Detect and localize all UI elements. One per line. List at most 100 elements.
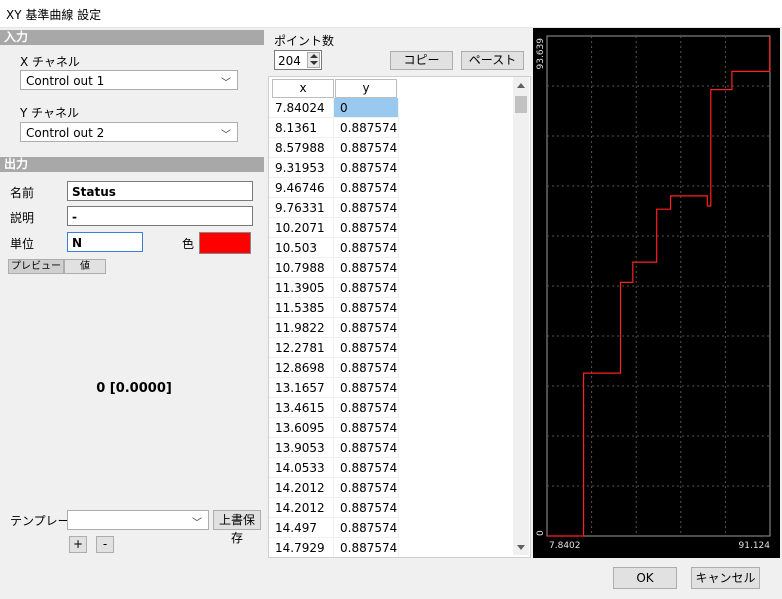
- cell-y[interactable]: 0.887574: [334, 158, 399, 178]
- spin-up-icon[interactable]: [310, 54, 318, 58]
- cell-x[interactable]: 9.76331: [269, 198, 334, 218]
- cell-y[interactable]: 0.887574: [334, 378, 399, 398]
- table-row[interactable]: 14.2012 0.887574: [269, 478, 513, 498]
- cell-x[interactable]: 14.7929: [269, 538, 334, 557]
- table-row[interactable]: 9.31953 0.887574: [269, 158, 513, 178]
- preview-value: 0 [0.0000]: [96, 381, 172, 396]
- table-row[interactable]: 14.2012 0.887574: [269, 498, 513, 518]
- table-row[interactable]: 13.9053 0.887574: [269, 438, 513, 458]
- table-row[interactable]: 14.0533 0.887574: [269, 458, 513, 478]
- points-count-spinner[interactable]: 204: [274, 50, 322, 70]
- table-row[interactable]: 7.84024 0: [269, 98, 513, 118]
- table-row[interactable]: 10.2071 0.887574: [269, 218, 513, 238]
- cell-y[interactable]: 0.887574: [334, 478, 399, 498]
- cell-y[interactable]: 0.887574: [334, 338, 399, 358]
- cell-y[interactable]: 0.887574: [334, 358, 399, 378]
- cell-y[interactable]: 0.887574: [334, 418, 399, 438]
- cell-x[interactable]: 10.2071: [269, 218, 334, 238]
- cell-x[interactable]: 14.497: [269, 518, 334, 538]
- cell-y[interactable]: 0.887574: [334, 398, 399, 418]
- tab-preview[interactable]: プレビュー: [8, 259, 64, 274]
- cell-y[interactable]: 0.887574: [334, 318, 399, 338]
- cell-x[interactable]: 14.2012: [269, 498, 334, 518]
- cell-x[interactable]: 12.8698: [269, 358, 334, 378]
- cell-y[interactable]: 0.887574: [334, 538, 399, 557]
- name-field[interactable]: Status: [67, 181, 253, 201]
- table-scrollbar[interactable]: [513, 77, 529, 555]
- cell-x[interactable]: 11.9822: [269, 318, 334, 338]
- cell-x[interactable]: 8.1361: [269, 118, 334, 138]
- cell-y[interactable]: 0.887574: [334, 138, 399, 158]
- scroll-up-icon[interactable]: [517, 83, 525, 88]
- scroll-down-icon[interactable]: [517, 545, 525, 550]
- cell-y[interactable]: 0.887574: [334, 118, 399, 138]
- cell-y[interactable]: 0.887574: [334, 458, 399, 478]
- cell-y[interactable]: 0.887574: [334, 298, 399, 318]
- table-row[interactable]: 9.46746 0.887574: [269, 178, 513, 198]
- cell-y[interactable]: 0.887574: [334, 438, 399, 458]
- scroll-thumb[interactable]: [515, 96, 527, 113]
- table-row[interactable]: 9.76331 0.887574: [269, 198, 513, 218]
- cell-y[interactable]: 0.887574: [334, 278, 399, 298]
- column-header-x[interactable]: x: [272, 79, 334, 98]
- table-row[interactable]: 12.2781 0.887574: [269, 338, 513, 358]
- table-row[interactable]: 10.503 0.887574: [269, 238, 513, 258]
- chevron-down-icon: ﹀: [192, 518, 202, 529]
- cell-x[interactable]: 13.6095: [269, 418, 334, 438]
- template-select[interactable]: ﹀: [67, 510, 209, 530]
- add-template-button[interactable]: +: [69, 536, 87, 553]
- column-header-y[interactable]: y: [335, 79, 397, 98]
- spinner-arrows[interactable]: [307, 52, 320, 68]
- table-row[interactable]: 13.6095 0.887574: [269, 418, 513, 438]
- cell-x[interactable]: 9.31953: [269, 158, 334, 178]
- y-min-tick-label: 0: [536, 530, 546, 536]
- remove-template-button[interactable]: -: [96, 536, 114, 553]
- table-row[interactable]: 13.4615 0.887574: [269, 398, 513, 418]
- cell-x[interactable]: 12.2781: [269, 338, 334, 358]
- desc-field[interactable]: -: [67, 206, 253, 226]
- title-bar: XY 基準曲線 設定: [0, 0, 782, 28]
- table-row[interactable]: 14.7929 0.887574: [269, 538, 513, 557]
- table-row[interactable]: 13.1657 0.887574: [269, 378, 513, 398]
- cell-y[interactable]: 0: [334, 98, 399, 118]
- cell-x[interactable]: 14.2012: [269, 478, 334, 498]
- cell-x[interactable]: 10.7988: [269, 258, 334, 278]
- overwrite-save-button[interactable]: 上書保存: [213, 510, 261, 545]
- name-label: 名前: [10, 186, 35, 200]
- spin-down-icon[interactable]: [310, 61, 318, 65]
- cell-x[interactable]: 11.5385: [269, 298, 334, 318]
- table-row[interactable]: 8.1361 0.887574: [269, 118, 513, 138]
- cell-y[interactable]: 0.887574: [334, 178, 399, 198]
- cell-x[interactable]: 10.503: [269, 238, 334, 258]
- cell-y[interactable]: 0.887574: [334, 498, 399, 518]
- cell-x[interactable]: 7.84024: [269, 98, 334, 118]
- table-row[interactable]: 11.9822 0.887574: [269, 318, 513, 338]
- table-row[interactable]: 8.57988 0.887574: [269, 138, 513, 158]
- cell-x[interactable]: 9.46746: [269, 178, 334, 198]
- color-swatch[interactable]: [199, 232, 251, 254]
- paste-button[interactable]: ペースト: [461, 51, 524, 70]
- cell-x[interactable]: 14.0533: [269, 458, 334, 478]
- cell-y[interactable]: 0.887574: [334, 518, 399, 538]
- unit-field[interactable]: N: [67, 232, 143, 252]
- y-channel-select[interactable]: Control out 2 ﹀: [20, 122, 238, 142]
- cell-x[interactable]: 11.3905: [269, 278, 334, 298]
- cell-x[interactable]: 13.9053: [269, 438, 334, 458]
- x-channel-select[interactable]: Control out 1 ﹀: [20, 70, 238, 90]
- table-row[interactable]: 11.3905 0.887574: [269, 278, 513, 298]
- copy-button[interactable]: コピー: [390, 51, 453, 70]
- cell-y[interactable]: 0.887574: [334, 218, 399, 238]
- ok-button[interactable]: OK: [613, 567, 677, 589]
- table-row[interactable]: 10.7988 0.887574: [269, 258, 513, 278]
- table-row[interactable]: 12.8698 0.887574: [269, 358, 513, 378]
- table-row[interactable]: 14.497 0.887574: [269, 518, 513, 538]
- tab-values[interactable]: 値: [64, 259, 106, 274]
- cell-y[interactable]: 0.887574: [334, 198, 399, 218]
- cell-x[interactable]: 8.57988: [269, 138, 334, 158]
- cell-y[interactable]: 0.887574: [334, 258, 399, 278]
- cancel-button[interactable]: キャンセル: [691, 567, 760, 589]
- cell-x[interactable]: 13.1657: [269, 378, 334, 398]
- table-row[interactable]: 11.5385 0.887574: [269, 298, 513, 318]
- cell-y[interactable]: 0.887574: [334, 238, 399, 258]
- cell-x[interactable]: 13.4615: [269, 398, 334, 418]
